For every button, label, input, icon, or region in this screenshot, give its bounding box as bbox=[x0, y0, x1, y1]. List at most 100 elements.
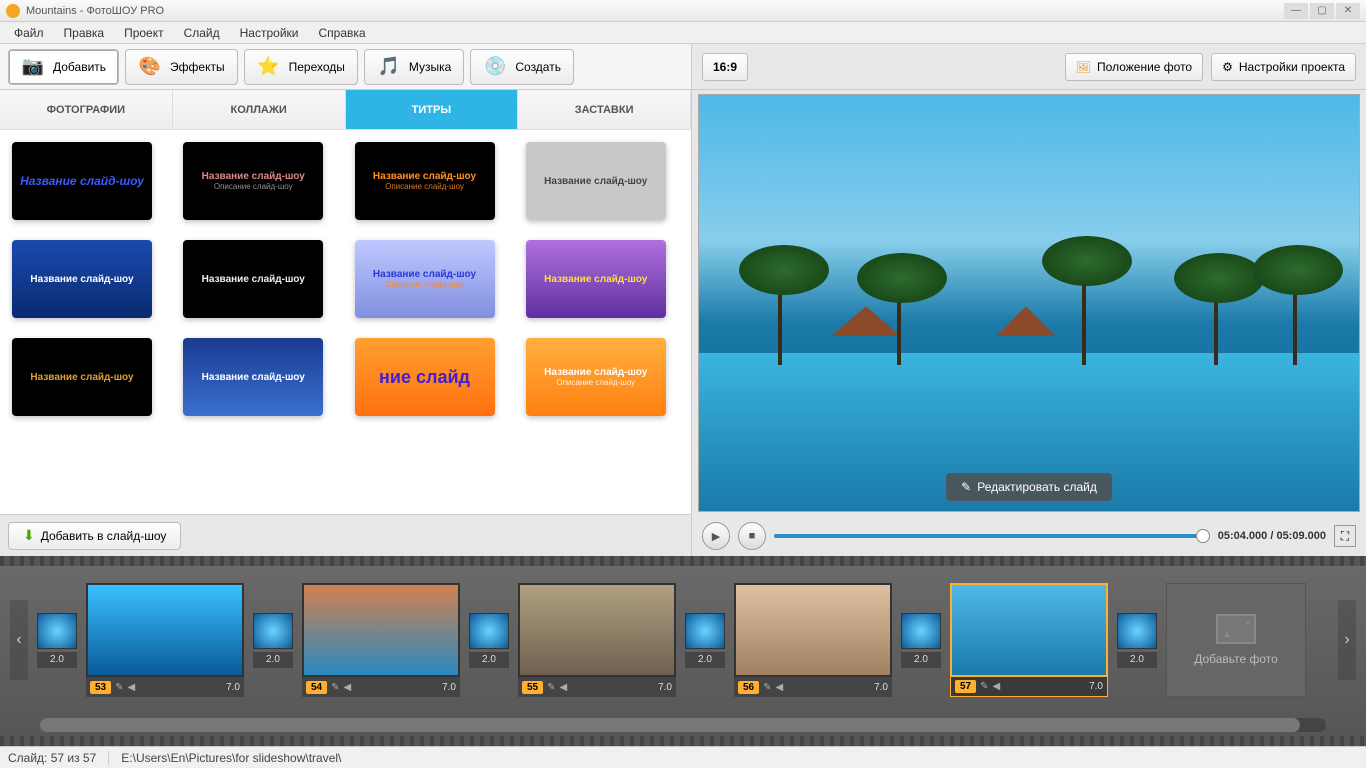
title-template[interactable]: Название слайд-шоуОписание слайд-шоу bbox=[526, 338, 666, 416]
timeline-slide[interactable]: 56 ✎ ◀ 7.0 bbox=[734, 583, 892, 697]
app-icon bbox=[6, 4, 20, 18]
playback-handle[interactable] bbox=[1196, 529, 1210, 543]
maximize-button[interactable]: ▢ bbox=[1310, 3, 1334, 19]
transition-thumb[interactable] bbox=[469, 613, 509, 649]
window-title: Mountains - ФотоШОУ PRO bbox=[26, 5, 1282, 17]
pencil-icon[interactable]: ✎ bbox=[115, 682, 123, 693]
project-settings-button[interactable]: ⚙ Настройки проекта bbox=[1211, 53, 1356, 81]
project-settings-label: Настройки проекта bbox=[1239, 60, 1345, 74]
playback-bar: ▶ ■ 05:04.000 / 05:09.000 ⛶ bbox=[692, 516, 1366, 556]
music-icon: 🎵 bbox=[377, 55, 401, 79]
ribbon-create[interactable]: 💿 Создать bbox=[470, 49, 574, 85]
camera-icon: 📷 bbox=[21, 55, 45, 79]
ribbon-add-label: Добавить bbox=[53, 60, 106, 74]
timeline-slide[interactable]: 53✎◀7.0 bbox=[86, 583, 244, 697]
title-template[interactable]: Название слайд-шоу bbox=[12, 338, 152, 416]
menu-bar: Файл Правка Проект Слайд Настройки Справ… bbox=[0, 22, 1366, 44]
close-button[interactable]: ✕ bbox=[1336, 3, 1360, 19]
left-panel: 📷 Добавить 🎨 Эффекты ⭐ Переходы 🎵 Музыка… bbox=[0, 44, 692, 556]
menu-file[interactable]: Файл bbox=[4, 23, 54, 43]
edit-slide-label: Редактировать слайд bbox=[977, 480, 1097, 494]
title-template[interactable]: Название слайд-шоуОписание слайд-шоу bbox=[183, 142, 323, 220]
add-photo-label: Добавьте фото bbox=[1194, 652, 1278, 666]
timeline-scrollbar[interactable] bbox=[40, 718, 1326, 732]
ribbon-add[interactable]: 📷 Добавить bbox=[8, 49, 119, 85]
title-template[interactable]: Название слайд-шоу bbox=[12, 240, 152, 318]
subtab-collages[interactable]: КОЛЛАЖИ bbox=[173, 90, 346, 129]
pencil-icon[interactable]: ✎ bbox=[331, 682, 339, 693]
status-slide: Слайд: 57 из 57 bbox=[8, 751, 96, 765]
subtab-titles[interactable]: ТИТРЫ bbox=[346, 90, 519, 129]
slide-number: 56 bbox=[738, 681, 759, 694]
title-template[interactable]: Название слайд-шоу bbox=[526, 142, 666, 220]
aspect-ratio-button[interactable]: 16:9 bbox=[702, 53, 748, 81]
ribbon-music[interactable]: 🎵 Музыка bbox=[364, 49, 464, 85]
sound-icon[interactable]: ◀ bbox=[344, 682, 352, 693]
title-template[interactable]: Название слайд-шоу bbox=[183, 240, 323, 318]
menu-edit[interactable]: Правка bbox=[54, 23, 115, 43]
edit-slide-button[interactable]: ✎ Редактировать слайд bbox=[946, 473, 1112, 501]
play-button[interactable]: ▶ bbox=[702, 522, 730, 550]
transition-duration: 2.0 bbox=[253, 652, 293, 668]
slide-number: 55 bbox=[522, 681, 543, 694]
sound-icon[interactable]: ◀ bbox=[776, 682, 784, 693]
menu-slide[interactable]: Слайд bbox=[174, 23, 230, 43]
transition-thumb[interactable] bbox=[253, 613, 293, 649]
photo-icon: 🖼 bbox=[1076, 60, 1091, 74]
ribbon-effects[interactable]: 🎨 Эффекты bbox=[125, 49, 238, 85]
timeline-slide[interactable]: 55✎◀7.0 bbox=[518, 583, 676, 697]
menu-settings[interactable]: Настройки bbox=[230, 23, 309, 43]
transition-thumb[interactable] bbox=[37, 613, 77, 649]
preview-area[interactable]: ✎ Редактировать слайд bbox=[698, 94, 1360, 512]
timeline-prev[interactable]: ‹ bbox=[10, 600, 28, 680]
disc-icon: 💿 bbox=[483, 55, 507, 79]
timeline-track: ‹ 2.053✎◀7.02.054✎◀7.02.055✎◀7.02.056✎◀7… bbox=[0, 566, 1366, 714]
subtab-photos[interactable]: ФОТОГРАФИИ bbox=[0, 90, 173, 129]
title-template[interactable]: Название слайд-шоуОписание слайд-шоу bbox=[355, 142, 495, 220]
menu-help[interactable]: Справка bbox=[308, 23, 375, 43]
ribbon-transitions-label: Переходы bbox=[289, 60, 345, 74]
add-photo-placeholder[interactable]: Добавьте фото bbox=[1166, 583, 1306, 697]
timeline-scroll-thumb[interactable] bbox=[40, 718, 1300, 732]
ribbon-transitions[interactable]: ⭐ Переходы bbox=[244, 49, 358, 85]
ribbon-music-label: Музыка bbox=[409, 60, 451, 74]
slide-number: 53 bbox=[90, 681, 111, 694]
timeline-slide[interactable]: 57✎◀7.0 bbox=[950, 583, 1108, 697]
stop-button[interactable]: ■ bbox=[738, 522, 766, 550]
slide-duration: 7.0 bbox=[442, 682, 456, 693]
subtab-intros[interactable]: ЗАСТАВКИ bbox=[518, 90, 691, 129]
transition-thumb[interactable] bbox=[901, 613, 941, 649]
photo-position-button[interactable]: 🖼 Положение фото bbox=[1065, 53, 1203, 81]
pencil-icon[interactable]: ✎ bbox=[547, 682, 555, 693]
transition-duration: 2.0 bbox=[901, 652, 941, 668]
playback-track[interactable] bbox=[774, 534, 1210, 538]
transition-thumb[interactable] bbox=[685, 613, 725, 649]
timeline: ‹ 2.053✎◀7.02.054✎◀7.02.055✎◀7.02.056✎◀7… bbox=[0, 556, 1366, 746]
fullscreen-button[interactable]: ⛶ bbox=[1334, 525, 1356, 547]
ribbon-create-label: Создать bbox=[515, 60, 561, 74]
timeline-next[interactable]: › bbox=[1338, 600, 1356, 680]
sound-icon[interactable]: ◀ bbox=[560, 682, 568, 693]
title-template[interactable]: Название слайд-шоу bbox=[183, 338, 323, 416]
slide-duration: 7.0 bbox=[874, 682, 888, 693]
minimize-button[interactable]: — bbox=[1284, 3, 1308, 19]
playback-time: 05:04.000 / 05:09.000 bbox=[1218, 530, 1326, 542]
down-arrow-icon: ⬇ bbox=[23, 527, 35, 544]
sound-icon[interactable]: ◀ bbox=[993, 681, 1001, 692]
menu-project[interactable]: Проект bbox=[114, 23, 174, 43]
pencil-icon[interactable]: ✎ bbox=[980, 681, 988, 692]
add-bar: ⬇ Добавить в слайд-шоу bbox=[0, 514, 691, 556]
pencil-icon[interactable]: ✎ bbox=[763, 682, 771, 693]
sound-icon[interactable]: ◀ bbox=[128, 682, 136, 693]
add-to-slideshow-button[interactable]: ⬇ Добавить в слайд-шоу bbox=[8, 522, 181, 550]
title-template[interactable]: Название слайд-шоуОписание слайд-шоу bbox=[355, 240, 495, 318]
title-template[interactable]: ние слайд bbox=[355, 338, 495, 416]
titles-gallery[interactable]: Название слайд-шоу Название слайд-шоуОпис… bbox=[0, 130, 691, 514]
title-template[interactable]: Название слайд-шоу bbox=[12, 142, 152, 220]
pencil-icon: ✎ bbox=[961, 480, 971, 494]
timeline-slide[interactable]: 54✎◀7.0 bbox=[302, 583, 460, 697]
title-template[interactable]: Название слайд-шоу bbox=[526, 240, 666, 318]
transition-duration: 2.0 bbox=[469, 652, 509, 668]
transition-thumb[interactable] bbox=[1117, 613, 1157, 649]
status-path: E:\Users\En\Pictures\for slideshow\trave… bbox=[121, 751, 341, 765]
